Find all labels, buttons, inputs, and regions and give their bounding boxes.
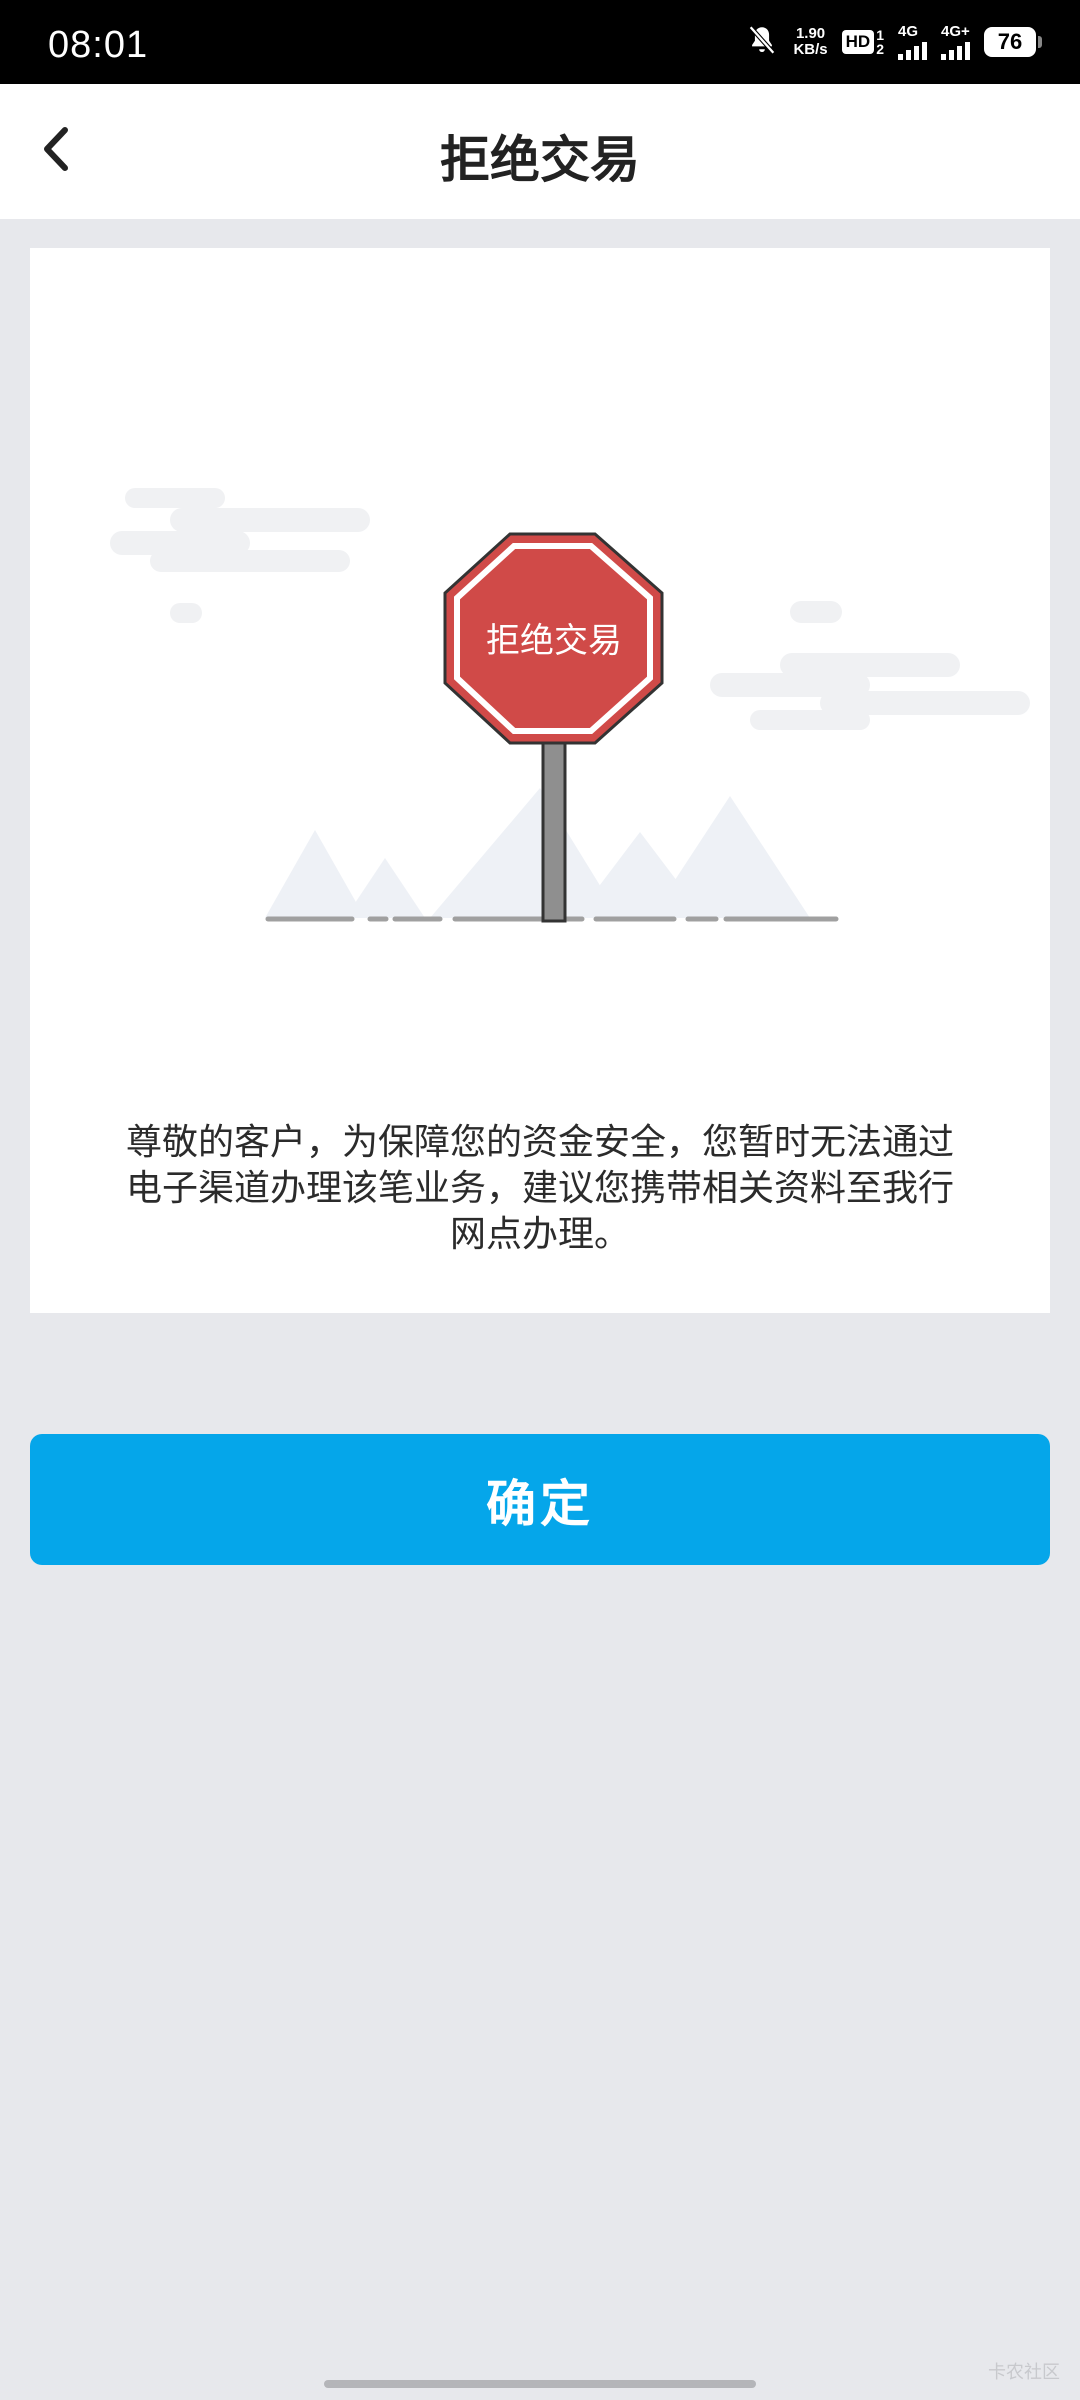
hd-sub-top: 1 (876, 27, 884, 43)
status-time: 08:01 (48, 24, 149, 66)
sign-text: 拒绝交易 (486, 621, 622, 661)
notice-message: 尊敬的客户，为保障您的资金安全，您暂时无法通过 电子渠道办理该笔业务，建议您携带… (80, 1120, 1000, 1258)
page-title: 拒绝交易 (440, 131, 640, 189)
status-icons: 1.90 KB/s HD 1 2 4G 4G+ 76 (745, 22, 1042, 62)
battery-icon: 76 (984, 27, 1042, 57)
confirm-button[interactable]: 确定 (30, 1434, 1050, 1565)
hd-sub-bottom: 2 (876, 41, 884, 57)
mountains (265, 788, 810, 918)
mute-bell-icon (745, 23, 779, 61)
hd-label: HD (841, 30, 875, 54)
message-line-2: 电子渠道办理该笔业务，建议您携带相关资料至我行 (125, 1168, 954, 1209)
net-speed-value: 1.90 (795, 25, 826, 42)
message-line-1: 尊敬的客户，为保障您的资金安全，您暂时无法通过 (125, 1122, 954, 1163)
net-speed-unit: KB/s (793, 41, 828, 58)
status-bar: 08:01 1.90 KB/s HD 1 2 4G 4G+ 76 (0, 0, 1080, 84)
network-speed: 1.90 KB/s (793, 26, 827, 58)
signal2-label: 4G+ (941, 23, 970, 40)
signal-icon: 4G (898, 24, 927, 60)
battery-level: 76 (997, 29, 1023, 54)
home-indicator[interactable] (324, 2380, 756, 2388)
hd-voice-icon: HD 1 2 (841, 27, 884, 57)
sign-pole (541, 731, 567, 923)
watermark: 卡农社区 (988, 2362, 1060, 2383)
message-line-3: 网点办理。 (449, 1214, 630, 1255)
notice-card: 拒绝交易 尊敬的客户，为保障您的资金安全，您暂时无法通过 电子渠道办理该笔业务，… (30, 248, 1050, 1313)
nav-bar: 拒绝交易 (0, 84, 1080, 219)
cloud-right (710, 601, 1030, 730)
cloud-left (110, 488, 370, 623)
stop-sign-illustration: 拒绝交易 (110, 488, 1030, 923)
signal-icon-2: 4G+ (941, 24, 970, 60)
signal1-label: 4G (898, 23, 919, 40)
